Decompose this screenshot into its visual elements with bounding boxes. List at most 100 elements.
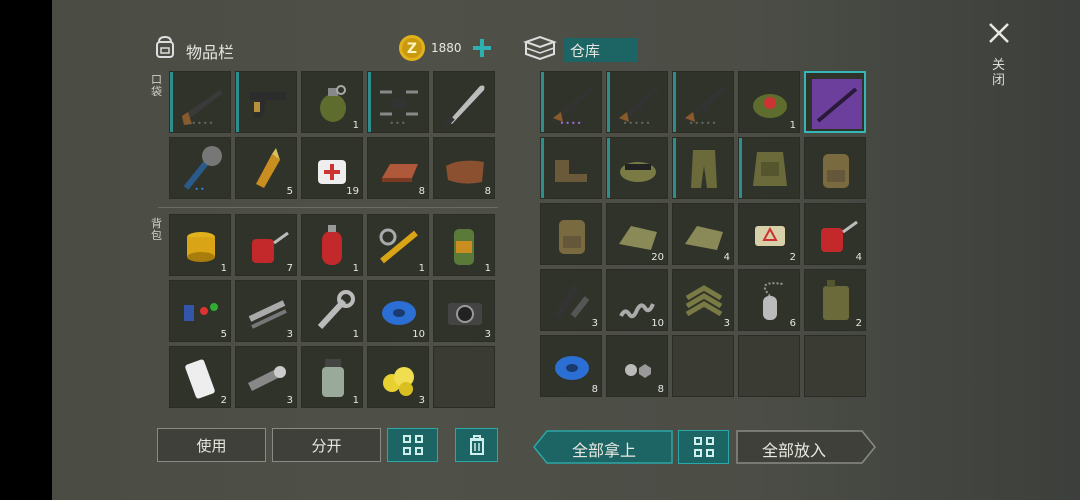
item-slot-backpack[interactable] [540,203,602,265]
item-slot-sergeant-patch[interactable]: 3 [672,269,734,331]
item-count: 7 [286,263,293,274]
landmine-icon [753,94,787,118]
item-slot-tape[interactable]: 10 [367,280,429,342]
item-slot-tape[interactable]: 8 [540,335,602,397]
item-slot-spiked-club[interactable]: •• [169,137,231,199]
chemical-jar-icon [322,359,344,397]
item-slot-oil-can[interactable]: 7 [235,214,297,276]
item-slot-pistol[interactable] [235,71,297,133]
item-slot-electronic-parts[interactable]: 5 [169,280,231,342]
item-slot-spring[interactable]: 10 [606,269,668,331]
quality-dots: •• [194,185,206,194]
close-button[interactable]: 关闭 [982,18,1016,98]
item-slot-cloth[interactable]: 20 [606,203,668,265]
item-slot-cloth[interactable]: 4 [672,203,734,265]
quality-dots: ••••• [185,119,215,128]
storage-box-icon [523,35,557,61]
item-slot-spring-part[interactable]: 1 [367,214,429,276]
use-button[interactable]: 使用 [157,428,266,462]
item-slot-wrench[interactable]: 1 [301,280,363,342]
item-slot-machete[interactable] [433,71,495,133]
split-button[interactable]: 分开 [272,428,381,462]
item-count: 3 [484,329,491,340]
item-slot-body-armor[interactable] [738,137,800,199]
goggles-hat-icon [620,162,656,182]
item-slot-landmine[interactable]: 1 [738,71,800,133]
add-currency-icon[interactable] [471,37,493,59]
item-slot-drone[interactable]: ••• [367,71,429,133]
item-count: 8 [591,384,598,395]
empty-slot[interactable] [804,335,866,397]
use-button-label: 使用 [196,436,227,455]
pipes-icon [248,300,287,329]
item-count: 1 [484,263,491,274]
item-slot-ak-rifle[interactable]: ••••• [672,71,734,133]
item-slot-goggles-hat[interactable] [606,137,668,199]
trash-icon [469,435,484,455]
storage-sort-button[interactable] [678,430,729,464]
item-slot-boots[interactable] [540,137,602,199]
item-slot-camera[interactable]: 3 [433,280,495,342]
backpack-icon [559,220,585,254]
item-count: 4 [855,252,862,263]
item-slot-leather[interactable]: 8 [433,137,495,199]
pocket-backpack-divider [158,207,498,208]
item-slot-pipes[interactable]: 3 [235,280,297,342]
svg-text:Z: Z [407,41,417,57]
item-slot-grenade[interactable]: 1 [301,71,363,133]
item-slot-ak-rifle[interactable]: ••••• [606,71,668,133]
item-slot-filter[interactable]: 1 [169,214,231,276]
cloth-icon [685,226,723,250]
item-slot-gold-nuggets[interactable]: 3 [367,346,429,408]
item-slot-gas-tank[interactable]: 1 [301,214,363,276]
item-slot-battery[interactable]: 1 [433,214,495,276]
inventory-sort-button[interactable] [387,428,438,462]
empty-slot[interactable] [672,335,734,397]
item-slot-bolts[interactable]: 8 [606,335,668,397]
item-count: 5 [286,186,293,197]
filter-icon [187,232,215,262]
close-label: 关闭 [992,58,1006,88]
item-slot-shotgun[interactable]: ••••• [169,71,231,133]
jerrycan-icon [823,280,849,320]
backpack-icon [823,154,849,188]
item-slot-oil-can[interactable]: 4 [804,203,866,265]
item-count: 1 [352,263,359,274]
empty-slot[interactable] [738,335,800,397]
item-slot-jerrycan[interactable]: 2 [804,269,866,331]
gold-nuggets-icon [383,367,414,396]
item-count: 3 [286,395,293,406]
item-count: 5 [220,329,227,340]
item-slot-dog-tag[interactable]: 6 [738,269,800,331]
oil-can-icon [821,220,858,252]
item-slot-ak-rifle[interactable]: •••• [540,71,602,133]
item-slot-backpack[interactable] [804,137,866,199]
take-all-label: 全部拿上 [572,441,637,460]
empty-slot[interactable] [433,346,495,408]
backpack-label: 背包 [151,217,162,242]
explosive-icon [755,226,785,246]
grid-icon [693,437,714,457]
quality-dots: ••••• [688,119,718,128]
item-count: 8 [484,186,491,197]
grid-icon [402,435,423,455]
item-slot-phone[interactable]: 2 [169,346,231,408]
item-slot-flashlight[interactable]: 3 [235,346,297,408]
item-count: 1 [220,263,227,274]
item-count: 1 [418,263,425,274]
item-slot-explosive[interactable]: 2 [738,203,800,265]
item-count: 8 [657,384,664,395]
item-slot-copper-bar[interactable]: 8 [367,137,429,199]
spring-part-icon [379,228,418,264]
item-count: 3 [286,329,293,340]
item-slot-rifle-blueprint[interactable] [804,71,866,133]
item-slot-gun-parts[interactable]: 3 [540,269,602,331]
item-slot-bullet[interactable]: 5 [235,137,297,199]
split-button-label: 分开 [311,436,342,455]
discard-button[interactable] [455,428,498,462]
item-slot-chemical-jar[interactable]: 1 [301,346,363,408]
item-slot-bandage[interactable]: 19 [301,137,363,199]
pistol-icon [250,92,286,118]
flashlight-icon [247,366,286,392]
item-slot-camo-pants[interactable] [672,137,734,199]
